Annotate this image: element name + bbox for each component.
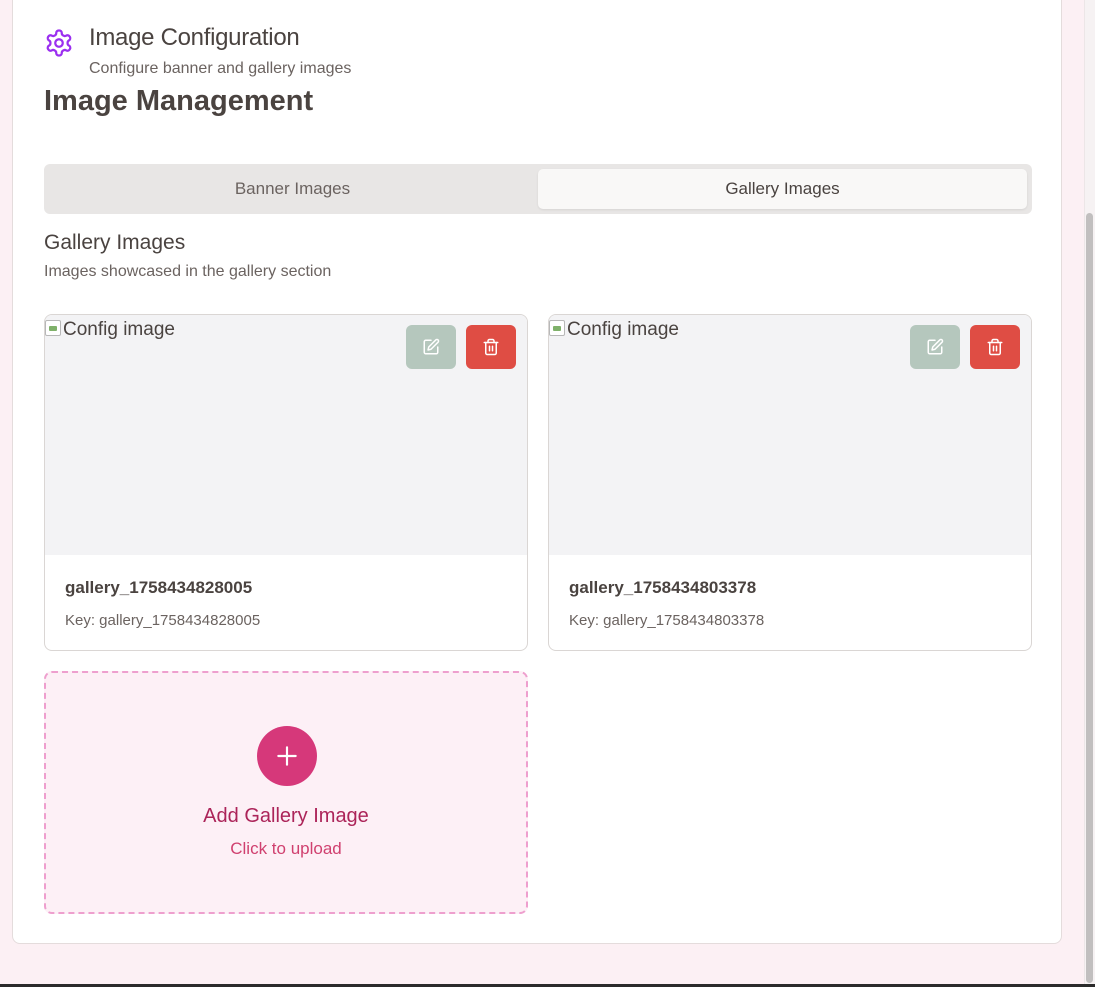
trash-icon bbox=[483, 338, 499, 356]
delete-button[interactable] bbox=[466, 325, 516, 369]
tab-banner-images[interactable]: Banner Images bbox=[48, 169, 537, 209]
plus-icon bbox=[277, 746, 297, 766]
broken-image-icon bbox=[549, 320, 565, 336]
scrollbar-thumb[interactable] bbox=[1086, 213, 1093, 983]
delete-button[interactable] bbox=[970, 325, 1020, 369]
broken-image-icon bbox=[45, 320, 61, 336]
scrollbar[interactable] bbox=[1084, 0, 1095, 987]
header-subtitle: Configure banner and gallery images bbox=[89, 60, 352, 77]
image-name: gallery_1758434828005 bbox=[65, 578, 253, 597]
edit-icon bbox=[423, 338, 440, 355]
header-title: Image Configuration bbox=[89, 24, 300, 51]
section-subtitle: Images showcased in the gallery section bbox=[44, 263, 332, 280]
edit-button[interactable] bbox=[910, 325, 960, 369]
add-subtitle: Click to upload bbox=[230, 839, 342, 858]
tab-gallery-images[interactable]: Gallery Images bbox=[538, 169, 1027, 209]
add-gallery-image-dropzone[interactable]: Add Gallery Image Click to upload bbox=[44, 671, 528, 914]
broken-image: Config image bbox=[549, 319, 679, 341]
page-title: Image Management bbox=[44, 85, 314, 117]
edit-button[interactable] bbox=[406, 325, 456, 369]
image-alt-text: Config image bbox=[63, 319, 175, 340]
image-name: gallery_1758434803378 bbox=[569, 578, 757, 597]
section-title: Gallery Images bbox=[44, 231, 186, 254]
image-tabs: Banner Images Gallery Images bbox=[44, 164, 1032, 214]
gallery-image-card: Config image gallery_1758434803378 Key: bbox=[548, 314, 1032, 651]
trash-icon bbox=[987, 338, 1003, 356]
image-preview: Config image bbox=[45, 315, 527, 555]
add-title: Add Gallery Image bbox=[203, 805, 369, 827]
image-preview: Config image bbox=[549, 315, 1031, 555]
gear-icon bbox=[44, 28, 74, 58]
add-button[interactable] bbox=[257, 726, 317, 786]
config-header: Image Configuration Configure banner and… bbox=[44, 18, 544, 78]
image-key: Key: gallery_1758434828005 bbox=[65, 612, 261, 629]
image-alt-text: Config image bbox=[567, 319, 679, 340]
image-config-card: Image Configuration Configure banner and… bbox=[12, 0, 1062, 944]
broken-image: Config image bbox=[45, 319, 175, 341]
gallery-image-card: Config image gallery_1758434828005 Key: bbox=[44, 314, 528, 651]
image-key: Key: gallery_1758434803378 bbox=[569, 612, 765, 629]
edit-icon bbox=[927, 338, 944, 355]
